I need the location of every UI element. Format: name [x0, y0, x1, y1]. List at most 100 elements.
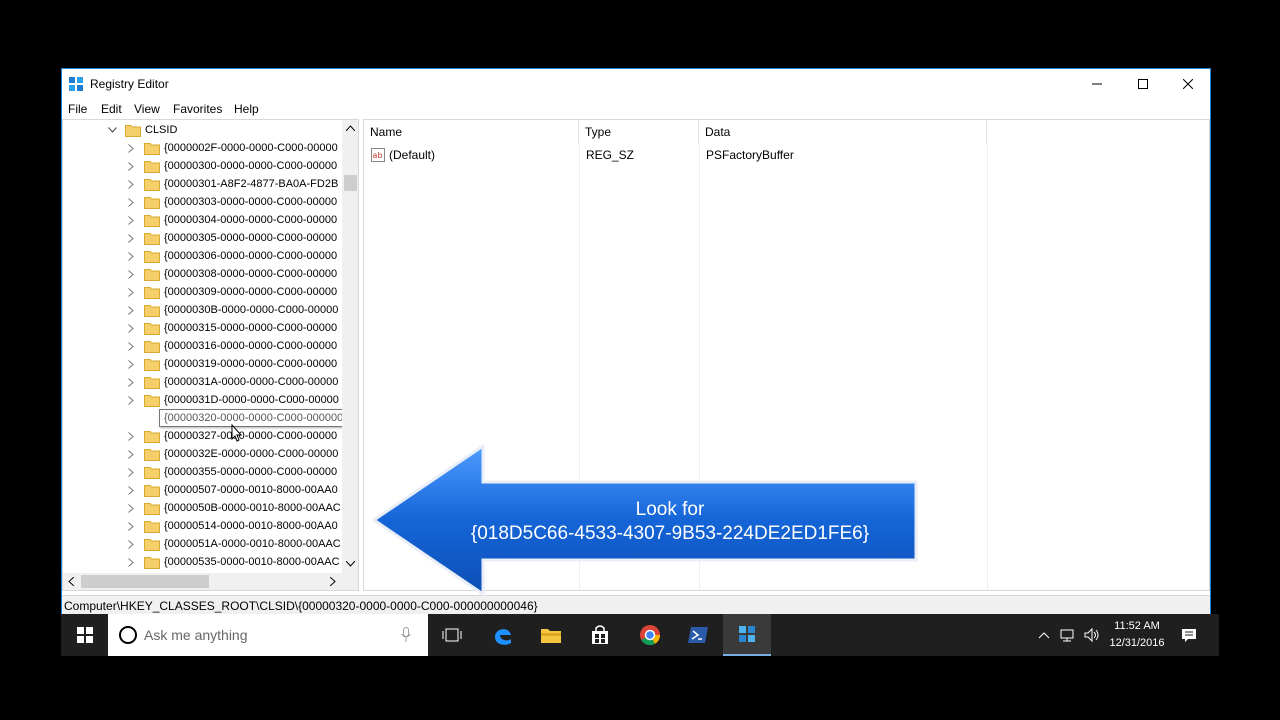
powershell-taskbar-button[interactable] — [674, 614, 722, 656]
tree-item[interactable]: {0000002F-0000-0000-C000-00000 — [63, 139, 343, 157]
tree-item[interactable]: {00000507-0000-0010-8000-00AA0 — [63, 481, 343, 499]
show-hidden-icons-icon[interactable] — [1036, 627, 1052, 643]
windows-logo-icon — [77, 627, 93, 643]
chevron-right-icon[interactable] — [126, 377, 136, 387]
file-explorer-taskbar-button[interactable] — [527, 614, 575, 656]
powershell-icon — [688, 627, 708, 643]
chrome-taskbar-button[interactable] — [626, 614, 674, 656]
tree-item[interactable]: {00000327-0000-0000-C000-00000 — [63, 427, 343, 445]
tree-item[interactable]: {00000355-0000-0000-C000-00000 — [63, 463, 343, 481]
scroll-right-icon[interactable] — [330, 577, 336, 586]
tree-item-label: {00000315-0000-0000-C000-00000 — [164, 322, 338, 334]
network-icon[interactable] — [1060, 627, 1076, 643]
chevron-right-icon[interactable] — [126, 539, 136, 549]
chevron-right-icon[interactable] — [126, 485, 136, 495]
maximize-button[interactable] — [1120, 69, 1166, 99]
tree-item[interactable]: {0000031D-0000-0000-C000-00000 — [63, 391, 343, 409]
menu-favorites[interactable]: Favorites — [173, 102, 222, 116]
chevron-right-icon[interactable] — [126, 143, 136, 153]
tree-item[interactable]: {00000303-0000-0000-C000-00000 — [63, 193, 343, 211]
column-header-data[interactable]: Data — [699, 120, 987, 144]
maximize-icon — [1138, 79, 1148, 89]
chevron-right-icon[interactable] — [126, 359, 136, 369]
close-button[interactable] — [1165, 69, 1211, 99]
tree-item[interactable]: {0000051A-0000-0010-8000-00AAC — [63, 535, 343, 553]
chevron-right-icon[interactable] — [126, 287, 136, 297]
tree-item[interactable]: {00000304-0000-0000-C000-00000 — [63, 211, 343, 229]
key-tree-pane[interactable]: CLSID {0000002F-0000-0000-C000-00000 {0000… — [62, 119, 359, 591]
scroll-left-icon[interactable] — [68, 577, 74, 586]
chevron-right-icon[interactable] — [126, 305, 136, 315]
chevron-right-icon[interactable] — [126, 521, 136, 531]
tree-item[interactable]: {0000050B-0000-0010-8000-00AAC — [63, 499, 343, 517]
menu-file[interactable]: File — [68, 102, 87, 116]
chevron-down-icon[interactable] — [107, 125, 117, 135]
edge-taskbar-button[interactable] — [479, 614, 527, 656]
regedit-taskbar-button[interactable] — [723, 614, 771, 656]
menu-help[interactable]: Help — [234, 102, 259, 116]
tree-item-label: CLSID — [145, 124, 178, 136]
cortana-search-box[interactable]: Ask me anything — [108, 614, 428, 656]
scroll-up-icon[interactable] — [346, 125, 355, 131]
column-divider — [987, 144, 988, 590]
callout-arrow: Look for {018D5C66-4533-4307-9B53-224DE2… — [370, 443, 920, 597]
tree-item[interactable]: {0000031A-0000-0000-C000-00000 — [63, 373, 343, 391]
column-header-type[interactable]: Type — [579, 120, 699, 144]
folder-icon — [144, 449, 160, 461]
tree-item[interactable]: {00000316-0000-0000-C000-00000 — [63, 337, 343, 355]
tree-item[interactable]: {00000306-0000-0000-C000-00000 — [63, 247, 343, 265]
folder-icon — [144, 557, 160, 569]
store-taskbar-button[interactable] — [576, 614, 624, 656]
chevron-right-icon[interactable] — [126, 467, 136, 477]
tree-item[interactable]: {00000300-0000-0000-C000-00000 — [63, 157, 343, 175]
tree-item[interactable]: {00000308-0000-0000-C000-00000 — [63, 265, 343, 283]
microphone-icon[interactable] — [401, 627, 411, 643]
tree-item[interactable]: {00000315-0000-0000-C000-00000 — [63, 319, 343, 337]
system-clock[interactable]: 11:52 AM 12/31/2016 — [1108, 618, 1166, 652]
volume-icon[interactable] — [1084, 627, 1100, 643]
edge-icon — [495, 629, 511, 645]
chevron-right-icon[interactable] — [126, 251, 136, 261]
minimize-button[interactable] — [1074, 69, 1120, 99]
tree-item-label: {00000327-0000-0000-C000-00000 — [164, 430, 338, 442]
start-button[interactable] — [61, 614, 109, 656]
chevron-right-icon[interactable] — [126, 341, 136, 351]
chevron-right-icon[interactable] — [126, 431, 136, 441]
tree-item[interactable]: {00000319-0000-0000-C000-00000 — [63, 355, 343, 373]
task-view-button[interactable] — [428, 614, 476, 656]
column-header-name[interactable]: Name — [364, 120, 579, 144]
chevron-right-icon[interactable] — [126, 395, 136, 405]
chevron-right-icon[interactable] — [126, 503, 136, 513]
title-bar[interactable]: Registry Editor — [62, 69, 1210, 99]
tree-vertical-scrollbar[interactable] — [342, 120, 358, 573]
tree-vertical-scroll-thumb[interactable] — [344, 175, 357, 191]
tree-item-label: {00000514-0000-0010-8000-00AA0 — [164, 520, 338, 532]
tree-item-clsid[interactable]: CLSID — [63, 121, 343, 139]
action-center-icon[interactable] — [1181, 627, 1197, 643]
tree-horizontal-scroll-thumb[interactable] — [81, 575, 209, 588]
chevron-right-icon[interactable] — [126, 233, 136, 243]
tree-item[interactable]: {00000514-0000-0010-8000-00AA0 — [63, 517, 343, 535]
menu-view[interactable]: View — [134, 102, 160, 116]
menu-edit[interactable]: Edit — [101, 102, 122, 116]
chevron-right-icon[interactable] — [126, 269, 136, 279]
chevron-right-icon[interactable] — [126, 323, 136, 333]
chevron-right-icon[interactable] — [126, 557, 136, 567]
file-explorer-icon — [541, 629, 561, 643]
chevron-right-icon[interactable] — [126, 215, 136, 225]
tree-horizontal-scrollbar[interactable] — [63, 573, 358, 590]
chevron-right-icon[interactable] — [126, 197, 136, 207]
tree-item[interactable]: {00000305-0000-0000-C000-00000 — [63, 229, 343, 247]
tree-item[interactable]: {00000301-A8F2-4877-BA0A-FD2B — [63, 175, 343, 193]
tree-item[interactable]: {0000032E-0000-0000-C000-00000 — [63, 445, 343, 463]
tree-item[interactable]: {00000309-0000-0000-C000-00000 — [63, 283, 343, 301]
chevron-right-icon[interactable] — [126, 449, 136, 459]
chevron-right-icon[interactable] — [126, 179, 136, 189]
tree-item-label: {00000319-0000-0000-C000-00000 — [164, 358, 338, 370]
tree-item[interactable]: {00000535-0000-0010-8000-00AAC — [63, 553, 343, 571]
scroll-down-icon[interactable] — [346, 561, 355, 567]
tree-item[interactable]: {0000030B-0000-0000-C000-00000 — [63, 301, 343, 319]
tree-item-label: {0000032E-0000-0000-C000-00000 — [164, 448, 339, 460]
folder-icon — [144, 359, 160, 371]
chevron-right-icon[interactable] — [126, 161, 136, 171]
